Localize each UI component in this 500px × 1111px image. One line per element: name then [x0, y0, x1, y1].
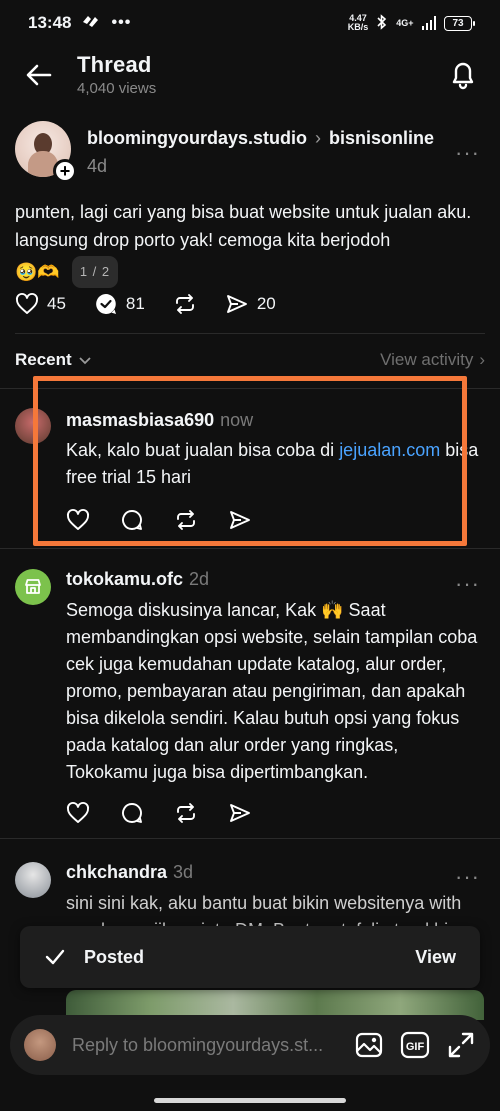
reply-button[interactable]: 81: [94, 292, 145, 316]
reply-count: 81: [125, 294, 145, 313]
view-activity-link[interactable]: View activity ›: [380, 350, 485, 370]
chevron-right-icon: ›: [315, 128, 322, 148]
divider: [15, 333, 485, 334]
chevron-right-icon: ›: [479, 350, 485, 369]
page-title: Thread: [77, 52, 152, 77]
comment-filled-icon: [96, 294, 116, 314]
battery-level: 73: [452, 17, 464, 29]
posted-toast: Posted View: [20, 926, 480, 988]
repost-icon[interactable]: [174, 801, 198, 825]
view-count: 4,040 views: [77, 80, 157, 97]
reply-text: Kak, kalo buat jualan bisa coba di: [66, 440, 340, 460]
header: Thread 4,040 views: [0, 46, 500, 106]
avatar: [24, 1029, 56, 1061]
op-avatar-wrap[interactable]: +: [15, 121, 77, 183]
bell-icon: [452, 62, 474, 90]
gif-icon[interactable]: GIF: [400, 1030, 430, 1060]
chevron-down-icon: [79, 357, 91, 365]
like-button[interactable]: 45: [15, 292, 66, 316]
op-timestamp: 4d: [87, 156, 108, 176]
reply-timestamp: 3d: [173, 862, 194, 882]
heart-icon[interactable]: [66, 508, 90, 532]
home-indicator[interactable]: [154, 1098, 346, 1103]
reply-actions: [66, 508, 252, 532]
net-speed: 4.47 KB/s: [348, 14, 369, 32]
send-icon: [226, 295, 247, 313]
op-actions: 45 81 20: [15, 292, 304, 316]
more-options-icon[interactable]: ···: [455, 142, 480, 164]
avatar[interactable]: [15, 862, 51, 898]
avatar[interactable]: [15, 408, 51, 444]
page-indicator: 1 / 2: [71, 256, 119, 288]
divider: [0, 838, 500, 839]
send-icon[interactable]: [228, 508, 252, 532]
store-icon: [25, 579, 41, 594]
toast-label: Posted: [84, 946, 145, 967]
repost-icon: [175, 294, 194, 314]
reply-body: Kak, kalo buat jualan bisa coba di jejua…: [66, 437, 484, 491]
expand-icon[interactable]: [446, 1030, 476, 1060]
heart-icon: [16, 292, 38, 314]
sort-row: Recent View activity ›: [15, 350, 485, 370]
reply-link[interactable]: jejualan.com: [339, 440, 440, 460]
signal-icon: [421, 16, 436, 30]
reply-text: Semoga diskusinya lancar, Kak 🙌 Saat mem…: [66, 600, 478, 782]
app-notification-icon: [81, 13, 101, 34]
comment-icon[interactable]: [120, 508, 144, 532]
reply-author[interactable]: tokokamu.ofc: [66, 569, 183, 589]
reply-actions: [66, 801, 252, 825]
avatar[interactable]: [15, 569, 51, 605]
check-icon: [45, 949, 65, 965]
more-notifications-icon: •••: [111, 14, 132, 31]
more-options-icon[interactable]: ···: [455, 573, 480, 595]
status-bar: 13:48 ••• 4.47 KB/s 4G+ 73: [0, 0, 500, 46]
reply-composer[interactable]: Reply to bloomingyourdays.st... GIF: [10, 1015, 490, 1075]
op-body: punten, lagi cari yang bisa buat website…: [15, 198, 485, 288]
repost-icon[interactable]: [174, 508, 198, 532]
share-button[interactable]: 20: [225, 292, 276, 316]
net-speed-unit: KB/s: [347, 22, 369, 32]
reply-author[interactable]: chkchandra: [66, 862, 167, 882]
toast-view-button[interactable]: View: [415, 947, 456, 968]
sort-label: Recent: [15, 350, 72, 369]
image-icon[interactable]: [354, 1030, 384, 1060]
more-options-icon[interactable]: ···: [455, 866, 480, 888]
divider: [0, 548, 500, 549]
notifications-button[interactable]: [448, 58, 478, 90]
like-count: 45: [47, 294, 66, 313]
op-emojis: 🥹🫶: [15, 262, 60, 282]
sort-dropdown[interactable]: Recent: [15, 350, 92, 370]
op-text: punten, lagi cari yang bisa buat website…: [15, 202, 472, 250]
back-button[interactable]: [24, 60, 54, 90]
reply-timestamp: 2d: [189, 569, 210, 589]
heart-icon[interactable]: [66, 801, 90, 825]
back-arrow-icon: [26, 64, 52, 86]
send-icon[interactable]: [228, 801, 252, 825]
op-community[interactable]: bisnisonline: [329, 128, 434, 149]
bluetooth-icon: [376, 14, 388, 32]
follow-plus-icon[interactable]: +: [53, 159, 77, 183]
battery-icon: 73: [444, 15, 475, 31]
svg-text:GIF: GIF: [406, 1041, 425, 1053]
view-activity-label: View activity: [380, 350, 474, 369]
comment-icon[interactable]: [120, 801, 144, 825]
reply-timestamp: now: [220, 410, 254, 430]
status-time: 13:48: [28, 13, 72, 32]
share-count: 20: [256, 294, 276, 313]
reply-author[interactable]: masmasbiasa690: [66, 410, 214, 430]
network-type: 4G+: [396, 17, 414, 28]
divider: [0, 388, 500, 389]
op-author[interactable]: bloomingyourdays.studio: [87, 128, 307, 149]
repost-button[interactable]: [173, 292, 197, 316]
reply-input[interactable]: Reply to bloomingyourdays.st...: [72, 1035, 344, 1056]
